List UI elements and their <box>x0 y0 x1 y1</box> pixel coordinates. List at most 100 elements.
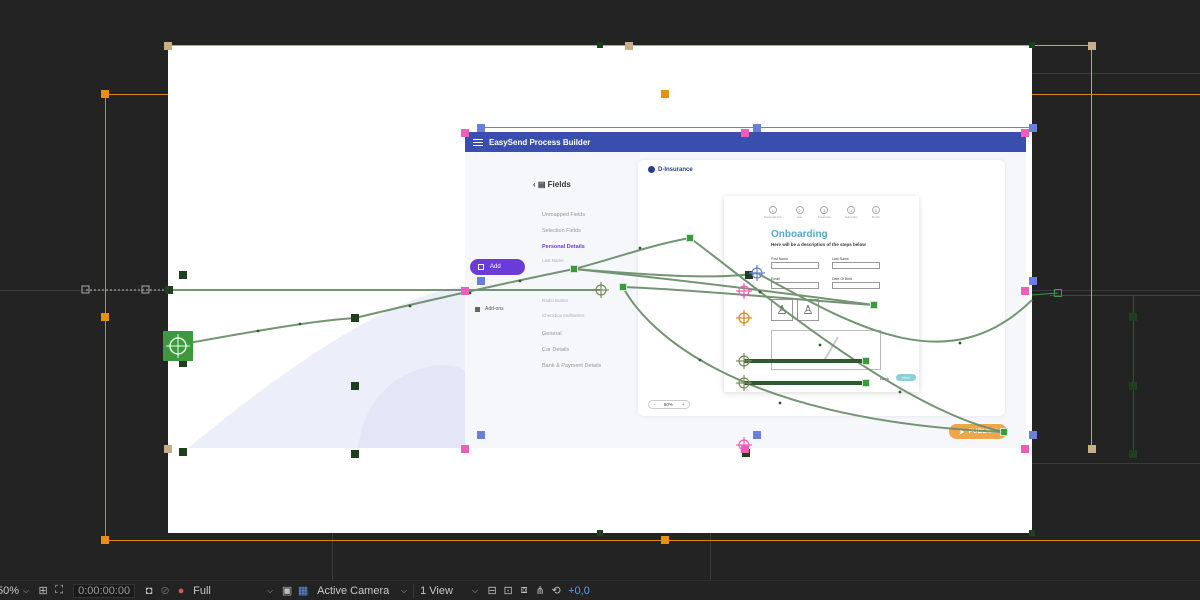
layer-handle[interactable] <box>1021 445 1029 453</box>
fields-title: Fields <box>547 180 571 189</box>
timeline-icon[interactable]: ⧈ <box>516 584 532 598</box>
layer-handle[interactable] <box>179 271 187 279</box>
sidebar-item-addons[interactable]: Add-ons <box>475 306 504 312</box>
timecode[interactable]: 0:00:00:00 <box>73 583 136 598</box>
field-group[interactable]: Car Details <box>542 347 569 353</box>
layer-handle[interactable] <box>477 277 485 285</box>
views-dropdown[interactable]: 1 View ⌵ <box>420 585 478 597</box>
layer-handle[interactable] <box>1029 431 1037 439</box>
layer-handle[interactable] <box>1029 277 1037 285</box>
layer-handle[interactable] <box>1129 450 1137 458</box>
next-button[interactable]: Next <box>896 374 916 381</box>
expand-icon[interactable]: ⊡ <box>500 584 516 598</box>
field-group[interactable]: Unmapped Fields <box>542 212 585 218</box>
camera-dropdown[interactable]: Active Camera ⌵ <box>317 585 407 597</box>
frame-handle[interactable] <box>164 42 172 50</box>
layer-handle[interactable] <box>351 382 359 390</box>
add-button[interactable]: Add <box>470 259 525 275</box>
layer-handle[interactable] <box>1021 287 1029 295</box>
frame-handle[interactable] <box>1088 42 1096 50</box>
layer-handle[interactable] <box>741 445 749 453</box>
keyframe[interactable] <box>862 357 870 365</box>
layer-handle[interactable] <box>1021 129 1029 137</box>
layer-handle[interactable] <box>351 450 359 458</box>
region-of-interest-icon[interactable]: ⛶ <box>51 584 67 598</box>
dob-field[interactable] <box>832 282 880 289</box>
layer-handle[interactable] <box>1129 382 1137 390</box>
zoom-out-button[interactable]: - <box>653 402 655 407</box>
layer-handle[interactable] <box>165 286 173 294</box>
stepper: 1 Personal Info 2 Car 3 Insurance 4 Summary … <box>764 206 880 219</box>
keyframe[interactable] <box>862 379 870 387</box>
layer-handle[interactable] <box>1129 313 1137 321</box>
field-group[interactable]: Selection Fields <box>542 228 581 234</box>
field-item[interactable]: Radio Button <box>542 298 568 303</box>
field-group[interactable]: Personal Details <box>542 244 585 250</box>
hamburger-icon[interactable] <box>473 138 483 146</box>
field-item[interactable]: Last Name <box>542 258 564 263</box>
frame-handle[interactable] <box>164 445 172 453</box>
transparency-grid-icon[interactable]: ▦ <box>295 584 311 598</box>
keyframe[interactable] <box>870 301 878 309</box>
reset-exposure-icon[interactable]: ⟲ <box>548 584 564 598</box>
layer-handle[interactable] <box>461 287 469 295</box>
step-number: 1 <box>768 206 777 214</box>
layer-handle[interactable] <box>1029 530 1035 536</box>
keyframe[interactable] <box>351 314 359 322</box>
sidebar-item-label: Add-ons <box>485 306 504 312</box>
field-item[interactable]: Checkbox Multiselect <box>542 313 585 318</box>
frame-handle[interactable] <box>625 42 633 50</box>
layer-handle[interactable] <box>101 536 109 544</box>
layer-handle[interactable] <box>745 271 753 279</box>
first-name-field[interactable] <box>771 262 819 269</box>
send-icon: ➤ <box>959 428 965 436</box>
fast-preview-icon[interactable]: ▣ <box>279 584 295 598</box>
toggle-pixel-aspect-icon[interactable]: ⊟ <box>484 584 500 598</box>
layer-handle[interactable] <box>661 536 669 544</box>
anchor-point-icon[interactable] <box>163 331 193 361</box>
publish-button[interactable]: ➤ PUBLISH <box>949 424 1007 439</box>
layer-handle[interactable] <box>661 90 669 98</box>
keyframe[interactable] <box>619 283 627 291</box>
grid-icon[interactable]: ⊞ <box>35 584 51 598</box>
keyframe[interactable] <box>686 234 694 242</box>
layer-handle[interactable] <box>477 124 485 132</box>
layer-handle[interactable] <box>461 445 469 453</box>
layer-bound <box>105 540 1200 541</box>
keyframe[interactable] <box>1054 289 1062 297</box>
chevron-down-icon: ⌵ <box>23 585 30 595</box>
email-field[interactable] <box>771 282 819 289</box>
layer-handle[interactable] <box>1029 124 1037 132</box>
layer-handle[interactable] <box>101 90 109 98</box>
composition-canvas[interactable]: EasySend Process Builder Add Add-ons ‹ ▤… <box>168 46 1032 533</box>
resolution-dropdown[interactable]: Full ⌵ <box>193 585 273 597</box>
layer-handle[interactable] <box>461 129 469 137</box>
exposure-value[interactable]: +0,0 <box>568 585 590 597</box>
layer-handle[interactable] <box>753 431 761 439</box>
layer-handle[interactable] <box>1029 42 1035 48</box>
zoom-control[interactable]: - 50% + <box>648 400 690 409</box>
flowchart-icon[interactable]: ⋔ <box>532 584 548 598</box>
camera-icon[interactable]: ◘ <box>141 584 157 598</box>
layer-handle[interactable] <box>741 129 749 137</box>
layer-handle[interactable] <box>179 448 187 456</box>
keyframe[interactable] <box>570 265 578 273</box>
snapshot-icon[interactable]: ⊘ <box>157 584 173 598</box>
layer-handle[interactable] <box>597 530 603 536</box>
field-group[interactable]: General <box>542 331 562 337</box>
back-link[interactable]: Back <box>880 376 889 381</box>
gender-female-option[interactable]: ♙ <box>797 299 819 321</box>
layer-handle[interactable] <box>477 431 485 439</box>
gender-male-option[interactable]: ♙ <box>771 299 793 321</box>
field-group[interactable]: Bank & Payment Details <box>542 363 601 369</box>
layer-handle[interactable] <box>597 42 603 48</box>
frame-handle[interactable] <box>1088 445 1096 453</box>
color-channel-icon[interactable]: ● <box>173 584 189 598</box>
layer-handle[interactable] <box>101 313 109 321</box>
zoom-in-button[interactable]: + <box>682 402 685 407</box>
keyframe[interactable] <box>1000 428 1008 436</box>
zoom-dropdown[interactable]: 50%⌵ <box>0 585 29 597</box>
layer-handle[interactable] <box>753 124 761 132</box>
last-name-field[interactable] <box>832 262 880 269</box>
composition-viewer[interactable]: EasySend Process Builder Add Add-ons ‹ ▤… <box>0 0 1200 580</box>
